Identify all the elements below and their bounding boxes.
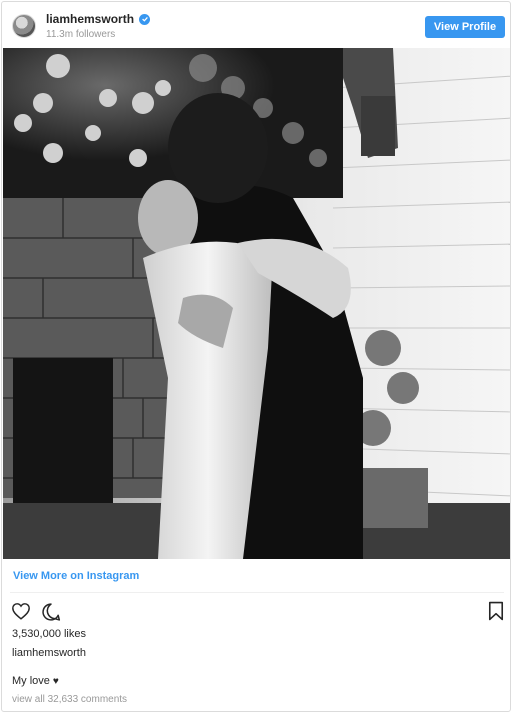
caption-username[interactable]: liamhemsworth	[12, 647, 86, 659]
caption: My love ♥	[12, 675, 59, 687]
bookmark-icon[interactable]	[488, 601, 504, 621]
followers-count: 11.3m followers	[46, 29, 116, 40]
view-profile-button[interactable]: View Profile	[425, 16, 505, 38]
likes-count: 3,530,000 likes	[12, 628, 86, 640]
comment-icon[interactable]	[41, 602, 61, 622]
divider	[10, 592, 504, 593]
heart-emoji: ♥	[52, 676, 59, 687]
instagram-embed-card: liamhemsworth 11.3m followers View Profi…	[1, 1, 511, 712]
post-image[interactable]	[3, 48, 510, 559]
view-comments-link[interactable]: view all 32,633 comments	[12, 694, 127, 705]
view-more-on-instagram-link[interactable]: View More on Instagram	[13, 570, 139, 582]
username-row: liamhemsworth	[46, 12, 151, 26]
username[interactable]: liamhemsworth	[46, 12, 134, 26]
verified-badge-icon	[139, 13, 151, 25]
avatar[interactable]	[12, 14, 36, 38]
post-header: liamhemsworth 11.3m followers View Profi…	[2, 2, 510, 48]
caption-text: My love	[12, 675, 50, 687]
heart-icon[interactable]	[11, 602, 31, 620]
